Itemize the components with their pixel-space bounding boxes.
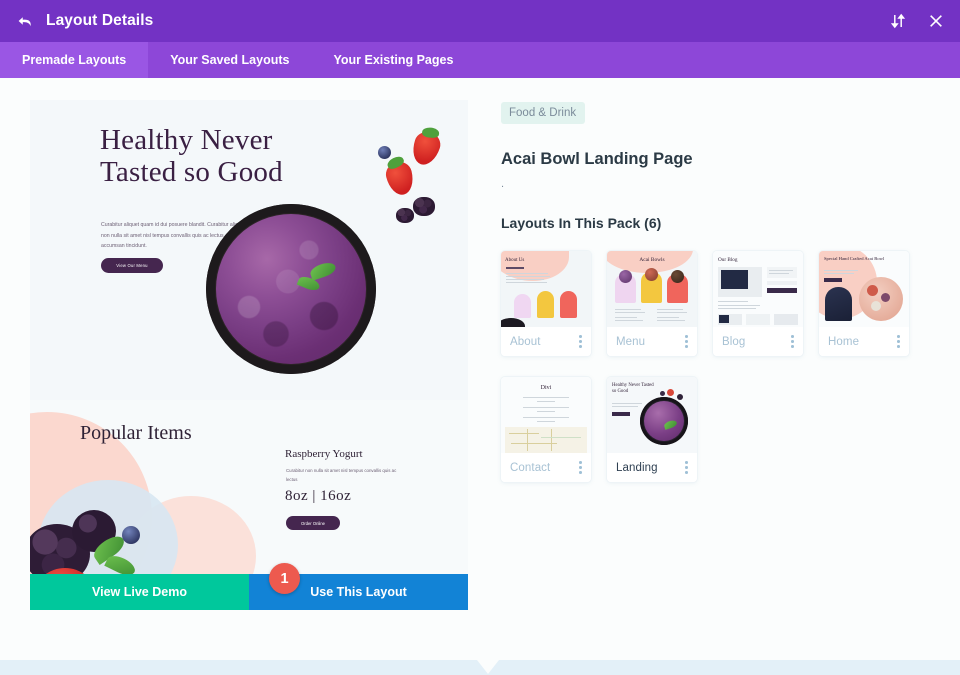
thumb-title: Our Blog — [718, 257, 738, 263]
thumb-title: Special Hand Crafted Acai Bowl — [824, 256, 885, 261]
pack-layouts-heading: Layouts In This Pack (6) — [501, 215, 662, 231]
header-actions — [890, 13, 944, 29]
step-badge-1: 1 — [269, 563, 300, 594]
fruit-bowl-image — [30, 496, 180, 574]
layout-card-thumbnail: Special Hand Crafted Acai Bowl — [819, 251, 909, 327]
layout-card-footer: About — [501, 327, 591, 356]
acai-bowl-image — [206, 204, 376, 374]
bottom-strip — [0, 660, 960, 675]
layout-card-thumbnail: Acai Bowls — [607, 251, 697, 327]
layout-card-home[interactable]: Special Hand Crafted Acai Bowl Home — [819, 251, 909, 356]
sort-updown-icon[interactable] — [890, 13, 906, 29]
pack-title: Acai Bowl Landing Page — [501, 150, 693, 168]
layout-card-grid: About Us About Acai Bowls Menu Our Blog … — [501, 251, 930, 482]
preview-action-bar: View Live Demo 1 Use This Layout — [30, 563, 468, 610]
more-vertical-icon[interactable] — [895, 333, 902, 350]
preview-item-button: Order Online — [286, 516, 340, 530]
more-vertical-icon[interactable] — [683, 459, 690, 476]
blueberry-decor-icon — [378, 146, 391, 159]
layout-card-about[interactable]: About Us About — [501, 251, 591, 356]
window-header: Layout Details — [0, 0, 960, 42]
layout-card-thumbnail: Our Blog — [713, 251, 803, 327]
tab-your-saved-layouts[interactable]: Your Saved Layouts — [148, 42, 311, 78]
layout-card-footer: Blog — [713, 327, 803, 356]
close-icon[interactable] — [928, 13, 944, 29]
preview-item-size: 8oz | 16oz — [285, 488, 352, 504]
bottom-strip-notch — [477, 660, 499, 674]
layout-card-label: Landing — [616, 461, 658, 474]
strawberry-decor-icon — [408, 128, 444, 169]
layout-card-label: Blog — [722, 335, 746, 348]
layout-card-thumbnail: Healthy Never Tasted so Good — [607, 377, 697, 453]
layout-card-footer: Contact — [501, 453, 591, 482]
blackberry-decor-icon — [413, 197, 435, 216]
more-vertical-icon[interactable] — [683, 333, 690, 350]
layout-card-menu[interactable]: Acai Bowls Menu — [607, 251, 697, 356]
layout-card-thumbnail: About Us — [501, 251, 591, 327]
layout-card-footer: Home — [819, 327, 909, 356]
layout-details-panel: Food & Drink Acai Bowl Landing Page . La… — [468, 78, 960, 675]
use-this-layout-button[interactable]: 1 Use This Layout — [249, 563, 468, 610]
preview-hero-title: Healthy Never Tasted so Good — [100, 124, 283, 189]
blackberry-decor-icon — [396, 208, 414, 223]
tab-premade-layouts[interactable]: Premade Layouts — [0, 42, 149, 78]
view-live-demo-button[interactable]: View Live Demo — [30, 574, 249, 610]
preview-popular-title: Popular Items — [80, 422, 192, 444]
strawberry-decor-icon — [383, 159, 417, 198]
layout-card-label: Contact — [510, 461, 551, 474]
preview-canvas: Healthy Never Tasted so Good Curabitur a… — [30, 100, 468, 574]
more-vertical-icon[interactable] — [577, 459, 584, 476]
layout-card-footer: Menu — [607, 327, 697, 356]
back-arrow-icon[interactable] — [16, 12, 34, 30]
layout-card-contact[interactable]: Divi Contact — [501, 377, 591, 482]
preview-item-name: Raspberry Yogurt — [285, 448, 363, 460]
thumb-title: Acai Bowls — [639, 257, 665, 263]
use-this-layout-label: Use This Layout — [310, 585, 407, 599]
layout-card-thumbnail: Divi — [501, 377, 591, 453]
preview-hero-section: Healthy Never Tasted so Good Curabitur a… — [30, 100, 468, 400]
layout-card-label: Home — [828, 335, 860, 348]
tab-your-existing-pages[interactable]: Your Existing Pages — [311, 42, 475, 78]
more-vertical-icon[interactable] — [577, 333, 584, 350]
thumb-title: About Us — [505, 258, 525, 263]
tab-bar: Premade Layouts Your Saved Layouts Your … — [0, 42, 960, 78]
content-body: Healthy Never Tasted so Good Curabitur a… — [0, 78, 960, 675]
layout-card-landing[interactable]: Healthy Never Tasted so Good Landing — [607, 377, 697, 482]
layout-card-label: Menu — [616, 335, 646, 348]
pack-description: . — [501, 178, 505, 190]
layout-card-footer: Landing — [607, 453, 697, 482]
more-vertical-icon[interactable] — [789, 333, 796, 350]
thumb-title: Divi — [540, 385, 552, 391]
preview-hero-button: View Our Menu — [101, 258, 163, 273]
preview-popular-section: Popular Items Raspberry Yogurt Curabitur… — [30, 400, 468, 574]
category-badge: Food & Drink — [501, 102, 586, 124]
thumb-title: Healthy Never Tasted so Good — [612, 383, 654, 394]
page-title: Layout Details — [46, 12, 154, 29]
layout-preview: Healthy Never Tasted so Good Curabitur a… — [30, 100, 468, 610]
preview-item-copy: Curabitur non nulla sit amet nisl tempus… — [286, 468, 397, 483]
layout-preview-panel: Healthy Never Tasted so Good Curabitur a… — [0, 78, 468, 675]
layout-card-blog[interactable]: Our Blog Blog — [713, 251, 803, 356]
layout-card-label: About — [510, 335, 541, 348]
